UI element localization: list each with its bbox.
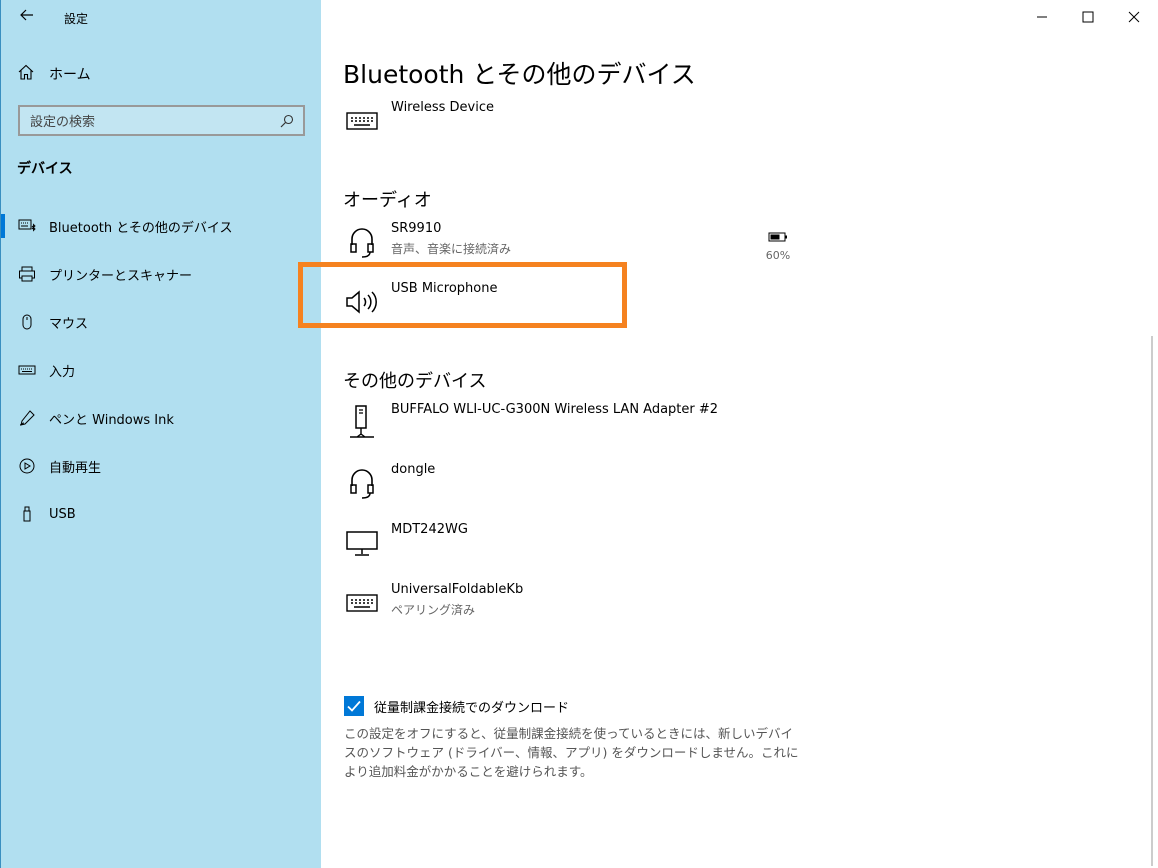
- headset-icon: [343, 464, 381, 502]
- device-name: MDT242WG: [391, 522, 468, 537]
- sidebar-item-autoplay[interactable]: 自動再生: [1, 446, 322, 486]
- active-indicator: [1, 214, 5, 238]
- device-status: 音声、音楽に接続済み: [391, 242, 512, 256]
- pen-icon: [17, 408, 37, 428]
- indicator: [1, 454, 5, 478]
- checkmark-icon: [347, 700, 361, 712]
- indicator: [1, 358, 5, 382]
- sidebar-item-label: プリンターとスキャナー: [49, 268, 193, 284]
- printer-icon: [17, 264, 37, 284]
- maximize-icon: [1082, 8, 1094, 27]
- usb-network-adapter-icon: [343, 404, 381, 442]
- metered-download-option[interactable]: 従量制課金接続でのダウンロード: [344, 696, 569, 716]
- sidebar-item-label: マウス: [49, 316, 89, 332]
- minimize-icon: [1036, 8, 1048, 27]
- sidebar-item-bluetooth[interactable]: Bluetooth とその他のデバイス: [1, 206, 322, 246]
- headset-icon: [343, 223, 381, 261]
- device-name: Wireless Device: [391, 100, 494, 115]
- metered-download-description: この設定をオフにすると、従量制課金接続を使っているときには、新しいデバイスのソフ…: [344, 726, 799, 779]
- sidebar-item-printers[interactable]: プリンターとスキャナー: [1, 254, 322, 294]
- keyboard-bluetooth-icon: [17, 216, 37, 236]
- autoplay-icon: [17, 456, 37, 476]
- keyboard-icon: [17, 360, 37, 380]
- keyboard-icon: [343, 102, 381, 140]
- search-icon: [279, 113, 295, 129]
- device-buffalo-adapter[interactable]: BUFFALO WLI-UC-G300N Wireless LAN Adapte…: [343, 402, 803, 450]
- sidebar-home-label: ホーム: [49, 67, 91, 83]
- page-title: Bluetooth とその他のデバイス: [343, 60, 696, 89]
- sidebar-item-typing[interactable]: 入力: [1, 350, 322, 390]
- minimize-button[interactable]: [1019, 0, 1065, 34]
- battery-icon: [768, 227, 788, 246]
- keyboard-icon: [343, 584, 381, 622]
- sidebar-item-label: Bluetooth とその他のデバイス: [49, 220, 233, 236]
- search-placeholder: 設定の検索: [30, 115, 96, 130]
- device-universalfoldablekb[interactable]: UniversalFoldableKb ペアリング済み: [343, 582, 803, 630]
- sidebar: 設定 ホーム 設定の検索 デバイス Bluetooth とその他のデバイス プリ…: [0, 0, 321, 868]
- scrollbar[interactable]: [1151, 336, 1153, 866]
- sidebar-item-mouse[interactable]: マウス: [1, 302, 322, 342]
- other-devices-heading: その他のデバイス: [343, 371, 487, 392]
- window-title: 設定: [64, 12, 89, 26]
- battery-percent: 60%: [765, 249, 791, 262]
- device-name: SR9910: [391, 221, 442, 236]
- indicator: [1, 310, 5, 334]
- device-name: UniversalFoldableKb: [391, 582, 524, 597]
- device-status: ペアリング済み: [391, 603, 476, 617]
- main-content: Bluetooth とその他のデバイス Wireless Device オーディ…: [321, 0, 1158, 868]
- battery-indicator: 60%: [763, 227, 793, 262]
- search-input[interactable]: 設定の検索: [18, 105, 305, 136]
- sidebar-item-pen[interactable]: ペンと Windows Ink: [1, 398, 322, 438]
- device-mdt242wg[interactable]: MDT242WG: [343, 522, 803, 570]
- indicator: [1, 406, 5, 430]
- arrow-left-icon[interactable]: [17, 5, 37, 25]
- mouse-icon: [17, 312, 37, 332]
- device-dongle[interactable]: dongle: [343, 462, 803, 510]
- close-button[interactable]: [1111, 0, 1157, 34]
- sidebar-item-usb[interactable]: USB: [1, 494, 322, 534]
- device-wireless-device[interactable]: Wireless Device: [343, 100, 803, 148]
- sidebar-home[interactable]: ホーム: [17, 62, 91, 86]
- audio-heading: オーディオ: [343, 190, 432, 211]
- metered-download-checkbox[interactable]: [344, 696, 364, 716]
- home-icon: [17, 63, 35, 85]
- usb-icon: [17, 504, 37, 524]
- device-name: dongle: [391, 462, 436, 477]
- indicator: [1, 502, 5, 526]
- sidebar-item-label: ペンと Windows Ink: [49, 412, 174, 428]
- section-heading: デバイス: [17, 161, 73, 177]
- sidebar-item-label: USB: [49, 506, 76, 522]
- indicator: [1, 262, 5, 286]
- sidebar-item-label: 自動再生: [49, 460, 102, 476]
- monitor-icon: [343, 524, 381, 562]
- sidebar-item-label: 入力: [49, 364, 76, 380]
- annotation-highlight-box: [298, 262, 627, 328]
- device-name: BUFFALO WLI-UC-G300N Wireless LAN Adapte…: [391, 402, 719, 417]
- close-icon: [1128, 8, 1140, 27]
- maximize-button[interactable]: [1065, 0, 1111, 34]
- metered-download-label: 従量制課金接続でのダウンロード: [374, 700, 570, 716]
